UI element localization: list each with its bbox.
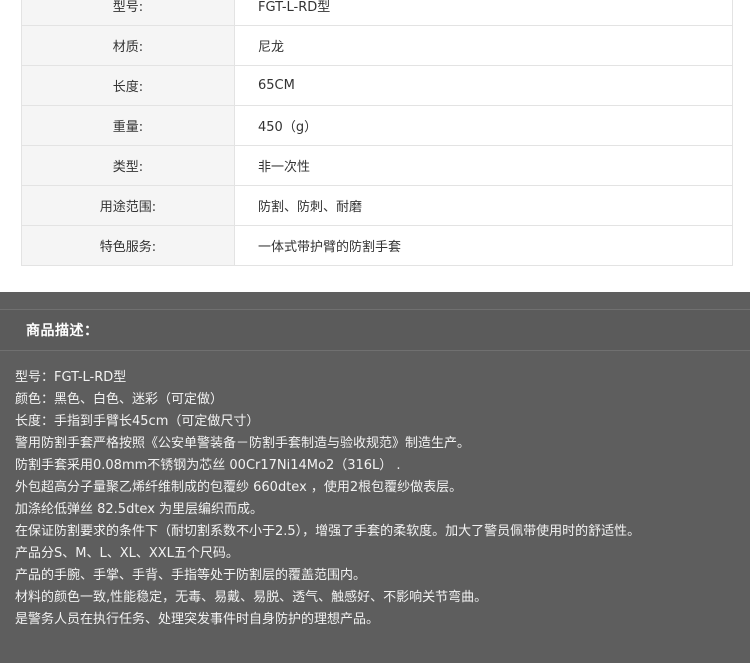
description-text: 型号：FGT-L-RD型 颜色：黑色、白色、迷彩（可定做） 长度：手指到手臂长4… — [15, 367, 745, 631]
description-section: 商品描述： 型号：FGT-L-RD型 颜色：黑色、白色、迷彩（可定做） 长度：手… — [0, 292, 750, 663]
spec-label: 类型: — [21, 145, 235, 186]
description-line: 防割手套采用0.08mm不锈钢为芯丝 00Cr17Ni14Mo2（316L） . — [15, 458, 401, 473]
description-title: 商品描述： — [26, 323, 99, 339]
spec-value: 非一次性 — [234, 145, 733, 186]
description-line: 外包超高分子量聚乙烯纤维制成的包覆纱 660dtex ，使用2根包覆纱做表层。 — [15, 480, 463, 495]
spec-value: 450（g） — [234, 105, 733, 146]
spec-value: FGT-L-RD型 — [234, 0, 733, 26]
spec-row-usage: 用途范围: 防割、防刺、耐磨 — [21, 185, 733, 226]
spec-label: 材质: — [21, 25, 235, 66]
spec-label: 型号: — [21, 0, 235, 26]
description-line: 产品分S、M、L、XL、XXL五个尺码。 — [15, 546, 239, 561]
description-line: 材料的颜色一致,性能稳定，无毒、易戴、易脱、透气、触感好、不影响关节弯曲。 — [15, 590, 488, 605]
spec-value: 65CM — [234, 65, 733, 106]
spec-row-type: 类型: 非一次性 — [21, 145, 733, 186]
description-line: 颜色：黑色、白色、迷彩（可定做） — [15, 392, 224, 407]
description-line: 长度：手指到手臂长45cm（可定做尺寸） — [15, 414, 260, 429]
spec-row-material: 材质: 尼龙 — [21, 25, 733, 66]
spec-label: 特色服务: — [21, 225, 235, 266]
spec-value: 防割、防刺、耐磨 — [234, 185, 733, 226]
spec-label: 用途范围: — [21, 185, 235, 226]
description-line: 型号：FGT-L-RD型 — [15, 370, 127, 385]
description-line: 在保证防割要求的条件下（耐切割系数不小于2.5），增强了手套的柔软度。加大了警员… — [15, 524, 641, 539]
spec-table: 型号: FGT-L-RD型 材质: 尼龙 长度: 65CM 重量: 450（g）… — [21, 0, 733, 266]
spec-label: 长度: — [21, 65, 235, 106]
spec-value: 一体式带护臂的防割手套 — [234, 225, 733, 266]
description-line: 加涤纶低弹丝 82.5dtex 为里层编织而成。 — [15, 502, 264, 517]
spec-label: 重量: — [21, 105, 235, 146]
spec-row-weight: 重量: 450（g） — [21, 105, 733, 146]
spec-row-length: 长度: 65CM — [21, 65, 733, 106]
description-line: 警用防割手套严格按照《公安单警装备－防割手套制造与验收规范》制造生产。 — [15, 436, 471, 451]
description-line: 是警务人员在执行任务、处理突发事件时自身防护的理想产品。 — [15, 612, 380, 627]
spec-value: 尼龙 — [234, 25, 733, 66]
spec-row-feature: 特色服务: 一体式带护臂的防割手套 — [21, 225, 733, 266]
spec-section: 型号: FGT-L-RD型 材质: 尼龙 长度: 65CM 重量: 450（g）… — [0, 0, 750, 292]
description-header: 商品描述： — [0, 309, 750, 351]
description-line: 产品的手腕、手掌、手背、手指等处于防割层的覆盖范围内。 — [15, 568, 367, 583]
spec-row-model: 型号: FGT-L-RD型 — [21, 0, 733, 26]
